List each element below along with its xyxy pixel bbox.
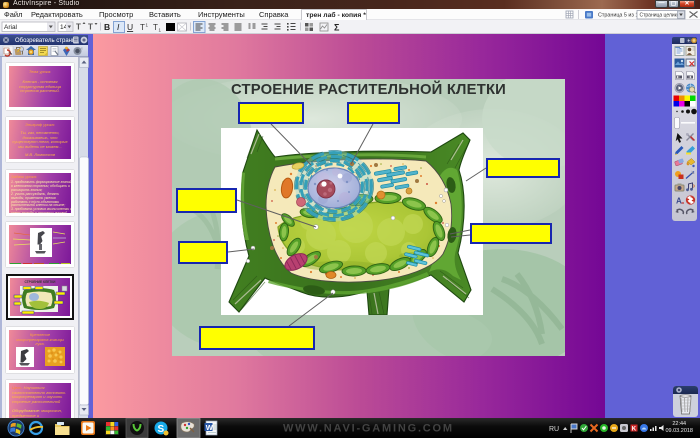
svg-text:WWW.NAVI-GAMING.COM: WWW.NAVI-GAMING.COM (283, 423, 454, 435)
svg-text:Обозреватель страниц: Обозреватель страниц (15, 38, 79, 44)
svg-text:Σ: Σ (334, 23, 340, 33)
svg-text:RU: RU (549, 426, 559, 433)
svg-text:1: 1 (159, 28, 162, 33)
svg-text:W: W (206, 423, 214, 432)
svg-text:K: K (632, 427, 637, 433)
svg-text:S: S (158, 424, 165, 435)
svg-text:U: U (127, 22, 133, 32)
svg-text:T: T (140, 23, 145, 32)
svg-text:B: B (104, 22, 110, 32)
svg-text:1: 1 (146, 23, 149, 28)
svg-text:СТРОЕНИЕ КЛЕТКИ: СТРОЕНИЕ КЛЕТКИ (25, 280, 57, 284)
svg-text:A: A (676, 197, 682, 206)
svg-text:T: T (153, 23, 158, 32)
svg-text:Страница целиком: Страница целиком (640, 12, 684, 18)
svg-text:Страница 5 из 11: Страница 5 из 11 (598, 13, 641, 19)
svg-text:Arial: Arial (4, 24, 18, 31)
svg-text:T: T (88, 23, 93, 32)
svg-text:T: T (76, 23, 81, 32)
